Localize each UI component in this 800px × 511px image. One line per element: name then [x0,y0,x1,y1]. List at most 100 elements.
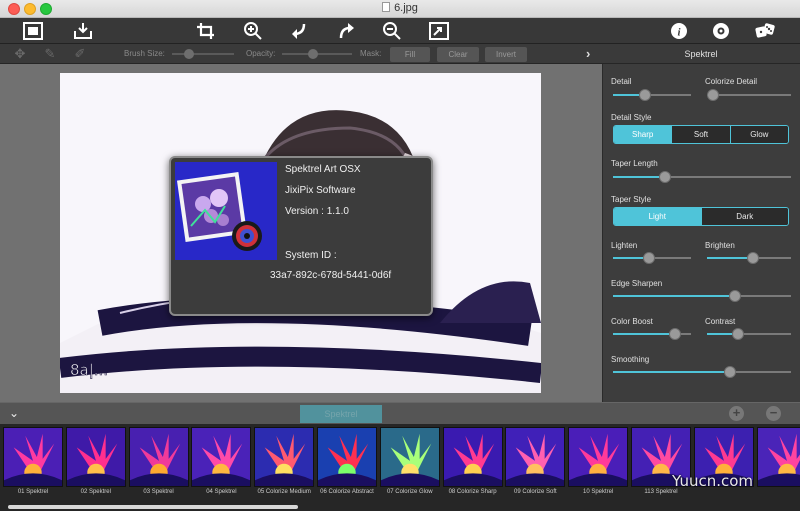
contrast-label: Contrast [705,317,736,326]
contrast-slider-knob[interactable] [732,328,745,340]
save-tray-icon[interactable] [72,21,94,41]
randomize-dice-icon[interactable] [754,21,776,41]
lighten-slider[interactable] [613,252,691,264]
detail-slider-knob[interactable] [639,89,652,101]
preset-bar: ⌄ Spektrel + − [0,402,800,424]
smoothing-label: Smoothing [611,355,650,364]
color-boost-slider[interactable] [613,328,691,340]
preset-label: 03 Spektrel [143,489,174,495]
preset-thumbnail[interactable]: 01 Spektrel [3,427,63,509]
preset-thumbnail[interactable] [756,427,800,509]
detail-style-glow[interactable]: Glow [729,126,788,143]
brighten-slider[interactable] [707,252,791,264]
opacity-knob[interactable] [308,49,318,59]
smoothing-slider[interactable] [613,366,791,378]
plus-icon[interactable]: + [729,406,744,421]
panel-toggle-button[interactable]: › [586,46,590,61]
brighten-label: Brighten [705,241,735,250]
edge-sharpen-slider[interactable] [613,290,791,302]
photo-watermark: 8a|... [70,361,108,379]
preset-thumbnail[interactable]: 09 Colorize Soft [505,427,566,509]
mask-clear-button[interactable]: Clear [437,47,479,62]
preset-thumbnail[interactable]: 113 Spektrel [631,427,691,509]
lighten-label: Lighten [611,241,638,250]
mask-invert-button[interactable]: Invert [485,47,527,62]
edge-sharpen-label: Edge Sharpen [611,279,663,288]
fit-screen-icon[interactable] [428,21,450,41]
preset-thumbnail-image [756,427,800,487]
brush-size-knob[interactable] [184,49,194,59]
lighten-slider-knob[interactable] [642,252,655,264]
minus-icon[interactable]: − [766,406,781,421]
zoom-in-icon[interactable] [242,21,264,41]
taper-length-slider-fill [613,176,666,178]
crop-icon[interactable] [195,21,217,41]
opacity-label: Opacity: [246,49,276,58]
color-boost-label: Color Boost [611,317,653,326]
preset-thumbnail-image [3,427,63,487]
eraser-icon[interactable]: ✐ [72,46,88,62]
detail-style-label: Detail Style [611,113,652,122]
preset-thumbnail[interactable]: 08 Colorize Sharp [442,427,503,509]
colorize-detail-slider-knob[interactable] [707,89,719,101]
preset-label: 05 Colorize Medium [257,489,311,495]
preset-thumbnail-image [379,427,440,487]
color-boost-slider-knob[interactable] [669,328,682,340]
preset-thumbnail[interactable]: 10 Spektrel [568,427,629,509]
about-dialog[interactable]: Spektrel Art OSX JixiPix Software Versio… [169,156,433,316]
preset-thumbnail-image [191,427,252,487]
color-boost-slider-fill [613,333,676,335]
detail-style-sharp[interactable]: Sharp [614,126,672,143]
info-icon[interactable]: i [668,21,690,41]
brush-size-slider[interactable] [172,49,234,59]
mask-label: Mask: [360,49,382,58]
about-version: Version : 1.1.0 [285,206,349,217]
smoothing-slider-fill [613,371,731,373]
preset-thumbnail[interactable]: 04 Spektrel [191,427,252,509]
detail-style-segmented: Sharp Soft Glow [613,125,789,144]
brighten-slider-knob[interactable] [746,252,759,264]
taper-length-slider-knob[interactable] [659,171,672,183]
taper-style-light[interactable]: Light [614,208,701,225]
taper-length-slider[interactable] [613,171,791,183]
preset-thumbnail[interactable]: 03 Spektrel [128,427,189,509]
settings-icon[interactable] [710,21,732,41]
window-titlebar: 6.jpg [0,0,800,18]
preset-thumbnail-image [568,427,629,487]
redo-icon[interactable] [335,21,357,41]
preset-label: 08 Colorize Sharp [448,489,497,495]
window-title-text: 6.jpg [394,2,418,14]
preset-thumbnail-image [65,427,126,487]
taper-style-label: Taper Style [611,195,652,204]
about-system-id-label: System ID : [285,250,337,261]
colorize-detail-slider[interactable] [707,89,791,101]
opacity-slider[interactable] [282,49,352,59]
preset-thumbnail-image [317,427,377,487]
detail-style-soft[interactable]: Soft [671,126,730,143]
taper-style-dark[interactable]: Dark [700,208,788,225]
settings-panel: Detail Colorize Detail Detail Style Shar… [602,64,800,402]
contrast-slider[interactable] [707,328,791,340]
preset-thumbnail[interactable]: 02 Spektrel [65,427,126,509]
smoothing-slider-knob[interactable] [724,366,737,378]
undo-icon[interactable] [288,21,310,41]
edge-sharpen-slider-knob[interactable] [729,290,742,302]
window-title: 6.jpg [0,2,800,14]
panel-title: Spektrel [602,44,800,64]
taper-style-segmented: Light Dark [613,207,789,226]
preset-thumbnail[interactable]: 06 Colorize Abstract [317,427,377,509]
image-frame-icon[interactable] [22,21,44,41]
brush-size-label: Brush Size: [124,49,165,58]
preset-thumbnail[interactable]: 05 Colorize Medium [254,427,315,509]
preset-thumbnail[interactable]: 07 Colorize Glow [379,427,440,509]
zoom-out-icon[interactable] [381,21,403,41]
preset-label: 06 Colorize Abstract [320,489,374,495]
mask-fill-button[interactable]: Fill [390,47,430,62]
preset-tab-spektrel[interactable]: Spektrel [300,405,382,423]
brush-icon[interactable]: ✎ [42,46,58,62]
detail-slider[interactable] [613,89,691,101]
move-icon[interactable]: ✥ [12,46,28,62]
chevron-down-icon[interactable]: ⌄ [9,406,19,420]
app-logo [175,162,277,260]
preset-thumbnail[interactable] [693,427,754,509]
